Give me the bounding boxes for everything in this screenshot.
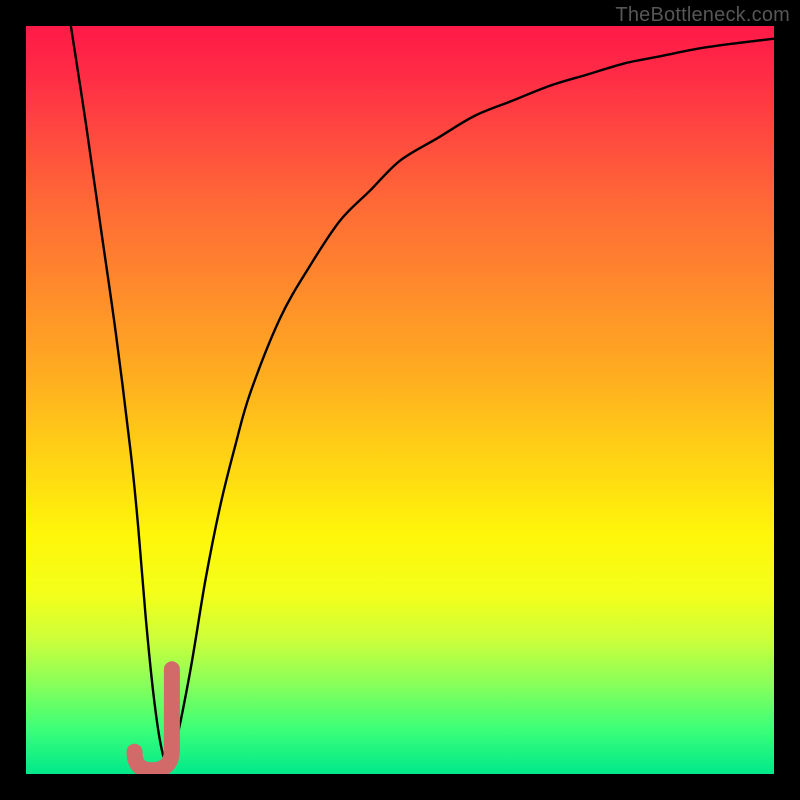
chart-svg: [26, 26, 774, 774]
outer-frame: TheBottleneck.com: [0, 0, 800, 800]
plot-area: [26, 26, 774, 774]
watermark-text: TheBottleneck.com: [615, 4, 790, 27]
gradient-background: [26, 26, 774, 774]
